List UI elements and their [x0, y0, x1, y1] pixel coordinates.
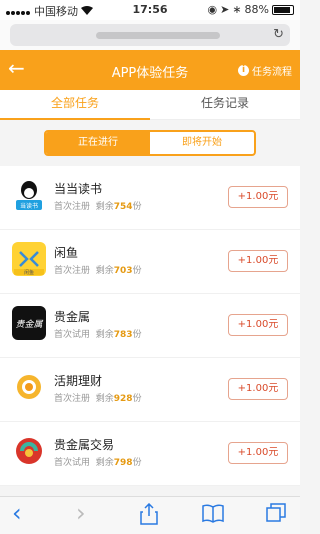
bookmarks-icon[interactable]	[202, 503, 224, 528]
app-header: ← APP体验任务 i 任务流程	[0, 50, 300, 90]
icon-text: 闲鱼	[24, 269, 34, 276]
remaining-count: 703	[113, 266, 133, 276]
icon-text: 当读书	[20, 202, 38, 210]
url-field[interactable]: ↻	[10, 24, 290, 46]
reward-button[interactable]: +1.00元	[228, 314, 288, 336]
reward-button[interactable]: +1.00元	[228, 250, 288, 272]
status-bar: 中国移动 17:56 ◉ ➤ ∗ 88%	[0, 0, 300, 20]
task-process-label: 任务流程	[252, 67, 292, 78]
precious-metal-icon: 贵金属	[12, 306, 46, 340]
task-name: 贵金属	[54, 310, 91, 324]
remaining-label: 剩余	[95, 394, 114, 404]
remaining-unit: 份	[132, 330, 142, 340]
task-name: 活期理财	[54, 374, 103, 388]
forward-icon[interactable]: ›	[76, 499, 86, 527]
remaining-unit: 份	[132, 266, 142, 276]
task-row[interactable]: 贵金属交易 首次试用 剩余798份 +1.00元	[0, 422, 300, 486]
task-row[interactable]: 闲鱼 闲鱼 首次注册 剩余703份 +1.00元	[0, 230, 300, 294]
location-icon: ➤	[220, 3, 230, 16]
task-meta: 首次注册 剩余754份	[54, 199, 142, 212]
remaining-count: 798	[113, 458, 133, 468]
tab-task-records[interactable]: 任务记录	[150, 90, 300, 120]
task-type: 首次注册	[54, 394, 91, 404]
bluetooth-icon: ∗	[232, 3, 242, 16]
back-icon[interactable]: ‹	[12, 499, 22, 527]
remaining-count: 783	[113, 330, 133, 340]
lock-rotation-icon: ◉	[207, 3, 218, 16]
blurred-url	[96, 32, 220, 39]
remaining-label: 剩余	[95, 266, 114, 276]
task-meta: 首次试用 剩余798份	[54, 455, 142, 468]
current-finance-icon	[12, 370, 46, 404]
remaining-label: 剩余	[95, 458, 114, 468]
info-icon: i	[238, 65, 249, 76]
task-type: 首次注册	[54, 202, 91, 212]
reward-button[interactable]: +1.00元	[228, 442, 288, 464]
remaining-label: 剩余	[95, 202, 114, 212]
remaining-count: 928	[113, 394, 133, 404]
task-meta: 首次试用 剩余783份	[54, 327, 142, 340]
task-type: 首次试用	[54, 458, 91, 468]
task-process-link[interactable]: i 任务流程	[238, 63, 292, 78]
task-type: 首次试用	[54, 330, 91, 340]
reload-icon[interactable]: ↻	[273, 27, 284, 42]
remaining-unit: 份	[132, 202, 142, 212]
task-type: 首次注册	[54, 266, 91, 276]
battery-icon	[272, 4, 294, 15]
metal-trading-icon	[12, 434, 46, 468]
browser-url-bar: ↻	[0, 20, 300, 50]
task-list: 当读书 当当读书 首次注册 剩余754份 +1.00元 闲鱼 闲鱼 首次注册 剩…	[0, 166, 300, 486]
task-name: 贵金属交易	[54, 438, 115, 452]
reward-button[interactable]: +1.00元	[228, 186, 288, 208]
tabs-icon[interactable]	[266, 503, 286, 528]
status-segment: 正在进行 即将开始	[44, 130, 256, 156]
remaining-unit: 份	[132, 458, 142, 468]
dangdang-reading-icon: 当读书	[12, 178, 46, 212]
task-tabs: 全部任务 任务记录	[0, 90, 300, 120]
remaining-unit: 份	[132, 394, 142, 404]
reward-button[interactable]: +1.00元	[228, 378, 288, 400]
segment-upcoming[interactable]: 即将开始	[150, 132, 254, 154]
segment-in-progress[interactable]: 正在进行	[46, 132, 150, 154]
icon-text: 贵金属	[15, 319, 43, 330]
task-name: 当当读书	[54, 182, 103, 196]
task-name: 闲鱼	[54, 246, 79, 260]
task-meta: 首次注册 剩余928份	[54, 391, 142, 404]
task-meta: 首次注册 剩余703份	[54, 263, 142, 276]
remaining-count: 754	[113, 202, 133, 212]
tab-all-tasks[interactable]: 全部任务	[0, 90, 150, 120]
browser-toolbar: ‹ ›	[0, 496, 300, 534]
task-row[interactable]: 活期理财 首次注册 剩余928份 +1.00元	[0, 358, 300, 422]
share-icon[interactable]	[140, 502, 158, 530]
task-row[interactable]: 当读书 当当读书 首次注册 剩余754份 +1.00元	[0, 166, 300, 230]
remaining-label: 剩余	[95, 330, 114, 340]
task-row[interactable]: 贵金属 贵金属 首次试用 剩余783份 +1.00元	[0, 294, 300, 358]
xianyu-icon: 闲鱼	[12, 242, 46, 276]
battery-percent: 88%	[244, 3, 269, 16]
status-right: ◉ ➤ ∗ 88%	[207, 3, 294, 16]
